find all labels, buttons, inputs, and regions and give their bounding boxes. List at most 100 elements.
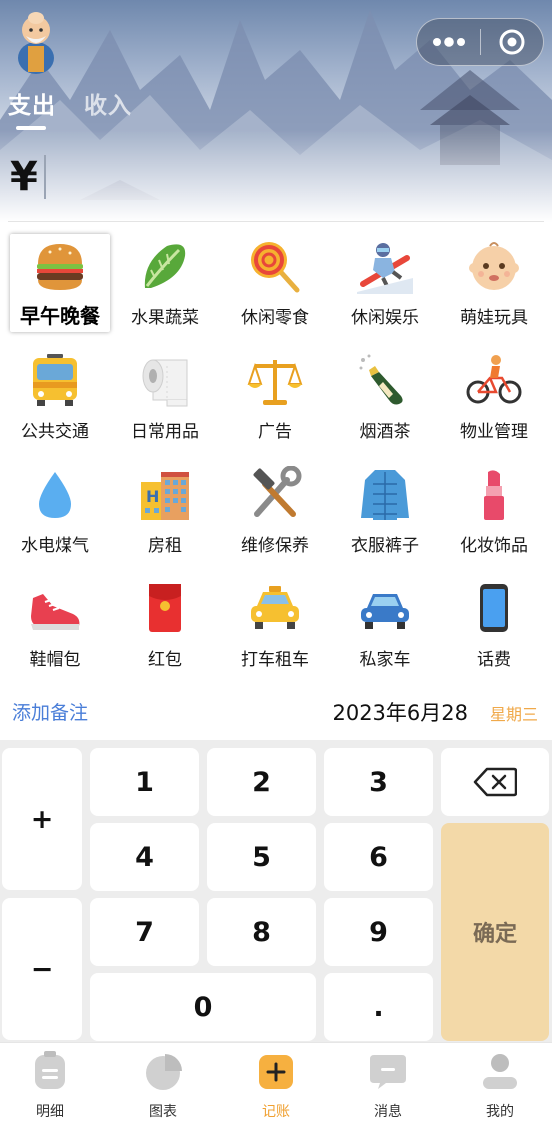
key-6[interactable]: 6 <box>324 823 433 891</box>
note-date-row: 添加备注 2023年6月28 星期三 <box>0 690 552 734</box>
key-decimal[interactable]: . <box>324 973 433 1041</box>
category-advertising[interactable]: 广告 <box>225 348 325 446</box>
target-circle-icon <box>499 29 525 55</box>
minus-key[interactable]: − <box>2 898 82 1040</box>
category-maintenance[interactable]: 维修保养 <box>225 462 325 560</box>
category-label: 早午晚餐 <box>20 304 100 328</box>
add-note-link[interactable]: 添加备注 <box>12 698 88 725</box>
lollipop-icon <box>251 242 300 293</box>
category-label: 私家车 <box>359 650 411 670</box>
key-2[interactable]: 2 <box>207 748 316 816</box>
hammer-wrench-icon <box>253 466 302 517</box>
category-phone-bill[interactable]: 话费 <box>444 576 544 674</box>
bus-icon <box>33 354 77 406</box>
category-label: 日常用品 <box>131 422 199 442</box>
category-rent[interactable]: H 房租 <box>115 462 215 560</box>
baby-face-icon <box>469 242 519 290</box>
category-label: 烟酒茶 <box>359 422 411 442</box>
bottom-navigation: 明细 图表 记账 消息 我的 <box>0 1042 552 1140</box>
category-property-management[interactable]: 物业管理 <box>444 348 544 446</box>
paper-roll-icon <box>142 359 188 407</box>
category-label: 房租 <box>148 536 182 556</box>
backspace-key[interactable] <box>441 748 549 816</box>
category-label: 打车租车 <box>241 650 309 670</box>
category-entertainment[interactable]: 休闲娱乐 <box>335 234 435 332</box>
category-meals[interactable]: 早午晚餐 <box>10 234 110 332</box>
category-cosmetics[interactable]: 化妆饰品 <box>444 462 544 560</box>
category-label: 化妆饰品 <box>460 536 528 556</box>
nav-label: 我的 <box>486 1104 514 1120</box>
confirm-button[interactable]: 确定 <box>441 823 549 1041</box>
category-label: 休闲娱乐 <box>351 308 419 328</box>
key-7[interactable]: 7 <box>90 898 199 966</box>
category-label: 话费 <box>477 650 511 670</box>
tab-income[interactable]: 收入 <box>84 86 132 130</box>
red-envelope-icon <box>149 584 181 632</box>
backspace-icon <box>473 767 517 797</box>
nav-label: 记账 <box>262 1104 290 1120</box>
category-tobacco-alcohol-tea[interactable]: 烟酒茶 <box>335 348 435 446</box>
balance-scale-icon <box>247 360 303 405</box>
hamburger-icon <box>37 244 83 290</box>
date-picker[interactable]: 2023年6月28 <box>332 697 468 727</box>
leafy-greens-icon <box>144 244 186 288</box>
currency-symbol: ¥ <box>10 154 38 200</box>
key-8[interactable]: 8 <box>207 898 316 966</box>
lipstick-icon <box>484 470 504 520</box>
person-icon <box>483 1054 517 1089</box>
category-label: 鞋帽包 <box>29 650 81 670</box>
nav-messages[interactable]: 消息 <box>333 1049 443 1121</box>
key-5[interactable]: 5 <box>207 823 316 891</box>
message-icon <box>370 1055 406 1089</box>
category-label: 水果蔬菜 <box>131 308 199 328</box>
key-1[interactable]: 1 <box>90 748 199 816</box>
car-icon <box>361 594 409 629</box>
nav-label: 明细 <box>36 1104 64 1120</box>
amount-input[interactable]: ¥ <box>10 154 46 200</box>
taxi-icon <box>251 586 299 629</box>
category-baby-toys[interactable]: 萌娃玩具 <box>444 234 544 332</box>
sneaker-icon <box>31 594 80 630</box>
category-red-envelope[interactable]: 红包 <box>115 576 215 674</box>
category-label: 休闲零食 <box>241 308 309 328</box>
header-banner: 支出 收入 ¥ <box>0 0 552 222</box>
pie-chart-icon <box>146 1054 182 1090</box>
weekday-label: 星期三 <box>489 705 538 724</box>
water-drop-icon <box>39 472 71 518</box>
snowboarder-icon <box>357 243 413 294</box>
category-snacks[interactable]: 休闲零食 <box>225 234 325 332</box>
category-label: 萌娃玩具 <box>460 308 528 328</box>
old-man-avatar[interactable] <box>10 6 62 78</box>
nav-bookkeeping[interactable]: 记账 <box>221 1049 331 1121</box>
nav-profile[interactable]: 我的 <box>445 1049 552 1121</box>
key-4[interactable]: 4 <box>90 823 199 891</box>
tab-expense[interactable]: 支出 <box>8 86 56 130</box>
nav-charts[interactable]: 图表 <box>108 1049 218 1121</box>
category-taxi[interactable]: 打车租车 <box>225 576 325 674</box>
category-public-transport[interactable]: 公共交通 <box>5 348 105 446</box>
key-3[interactable]: 3 <box>324 748 433 816</box>
svg-text:H: H <box>146 487 159 506</box>
category-clothes[interactable]: 衣服裤子 <box>335 462 435 560</box>
close-mini-program-button[interactable] <box>481 19 543 65</box>
plus-key[interactable]: + <box>2 748 82 890</box>
champagne-bottle-icon <box>359 354 403 405</box>
puffer-jacket-icon <box>361 470 409 520</box>
category-utilities[interactable]: 水电煤气 <box>5 462 105 560</box>
more-options-button[interactable] <box>417 19 480 65</box>
category-daily-goods[interactable]: 日常用品 <box>115 348 215 446</box>
mobile-phone-icon <box>480 584 508 632</box>
category-label: 水电煤气 <box>21 536 89 556</box>
type-tabs: 支出 收入 <box>8 86 132 130</box>
category-fruit-veg[interactable]: 水果蔬菜 <box>115 234 215 332</box>
mini-program-capsule <box>416 18 544 66</box>
category-label: 衣服裤子 <box>351 536 419 556</box>
nav-details[interactable]: 明细 <box>0 1049 105 1121</box>
category-label: 物业管理 <box>460 422 528 442</box>
category-shoes-hats-bags[interactable]: 鞋帽包 <box>5 576 105 674</box>
category-private-car[interactable]: 私家车 <box>335 576 435 674</box>
key-0[interactable]: 0 <box>90 973 316 1041</box>
category-label: 公共交通 <box>21 422 89 442</box>
add-square-icon <box>259 1055 293 1089</box>
key-9[interactable]: 9 <box>324 898 433 966</box>
